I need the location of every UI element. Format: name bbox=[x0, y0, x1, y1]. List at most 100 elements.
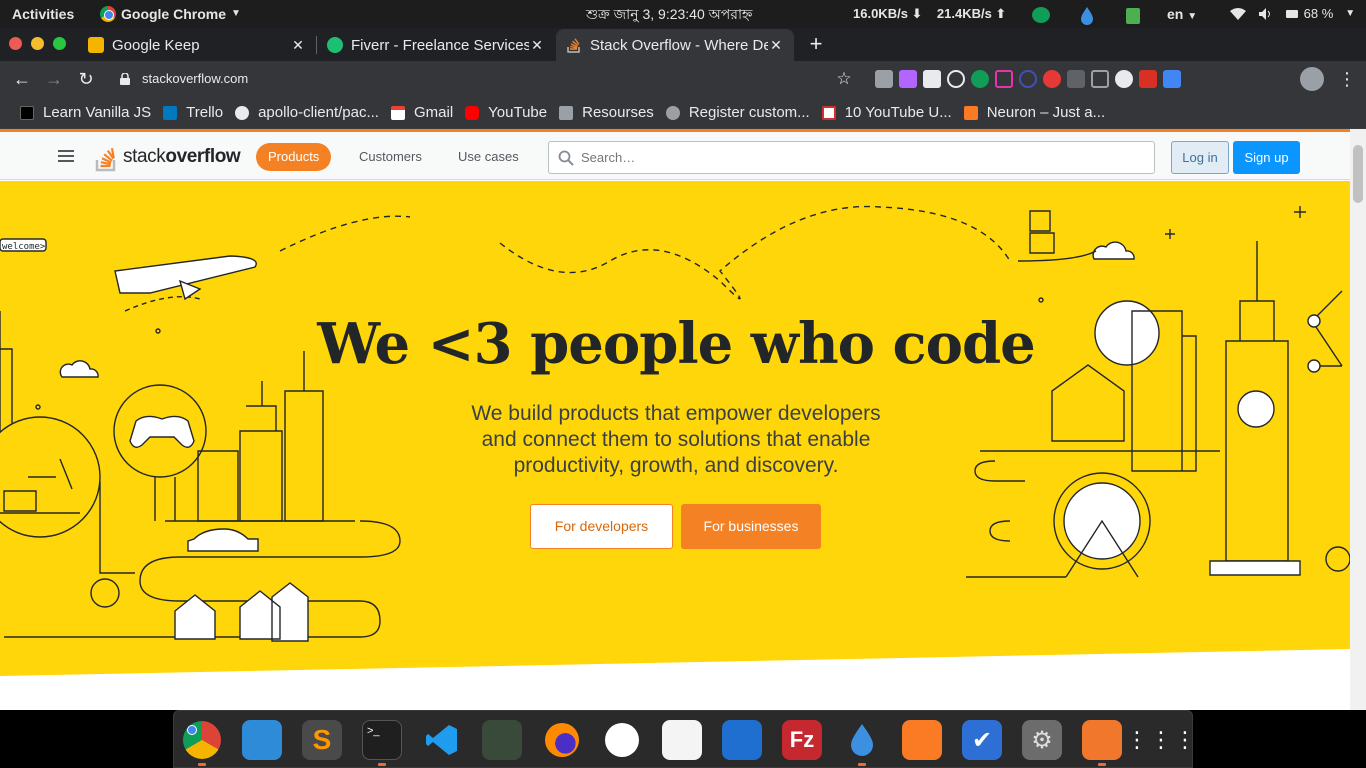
bookmark-item[interactable]: Trello bbox=[163, 104, 223, 121]
status-menu[interactable]: 68 % ▼ bbox=[1230, 0, 1355, 28]
app-menu[interactable]: Google Chrome ▼ bbox=[100, 0, 241, 28]
page-scrollbar[interactable] bbox=[1350, 129, 1366, 710]
terminal-dock-icon[interactable]: >_ bbox=[362, 720, 402, 760]
net-down: 16.0KB/s ⬇ bbox=[853, 6, 923, 21]
bookmark-item[interactable]: apollo-client/pac... bbox=[235, 104, 379, 121]
for-developers-button[interactable]: For developers bbox=[530, 504, 673, 549]
close-icon[interactable]: ✕ bbox=[768, 37, 784, 54]
extension-icon[interactable] bbox=[875, 70, 893, 88]
battery-status: 68 % bbox=[1286, 0, 1333, 28]
finder-dock-icon[interactable] bbox=[242, 720, 282, 760]
droplet-dock-icon[interactable] bbox=[842, 720, 882, 760]
firefox-dock-icon[interactable] bbox=[542, 720, 582, 760]
profile-avatar[interactable] bbox=[1300, 67, 1324, 91]
bookmark-item[interactable]: Neuron – Just a... bbox=[963, 104, 1105, 121]
close-window-icon[interactable] bbox=[9, 37, 22, 50]
back-icon[interactable]: ← bbox=[9, 66, 35, 92]
language-indicator[interactable]: en ▼ bbox=[1167, 0, 1197, 28]
gmail-icon bbox=[390, 105, 405, 120]
show-applications-icon[interactable]: ⋮⋮⋮ bbox=[1126, 720, 1196, 760]
fiverr-icon bbox=[327, 37, 343, 53]
tasks-dock-icon[interactable]: ✔ bbox=[962, 720, 1002, 760]
droplet-icon[interactable] bbox=[1076, 5, 1098, 27]
tab-fiverr[interactable]: Fiverr - Freelance Services ✕ bbox=[317, 29, 555, 61]
bookmark-item[interactable]: Resourses bbox=[559, 104, 654, 121]
extension-icon[interactable] bbox=[1043, 70, 1061, 88]
tab-title: Google Keep bbox=[112, 36, 200, 54]
settings-dock-icon[interactable]: ⚙ bbox=[1022, 720, 1062, 760]
github-icon bbox=[235, 105, 250, 120]
extension-icon[interactable] bbox=[1067, 70, 1085, 88]
bookmark-item[interactable]: Learn Vanilla JS bbox=[20, 104, 151, 121]
battery-label: 68 % bbox=[1303, 6, 1334, 21]
minimize-window-icon[interactable] bbox=[31, 37, 44, 50]
xampp-dock-icon[interactable] bbox=[902, 720, 942, 760]
new-tab-button[interactable]: + bbox=[806, 31, 826, 57]
search-input[interactable] bbox=[549, 142, 1154, 173]
extension-icon[interactable] bbox=[1091, 70, 1109, 88]
maximize-window-icon[interactable] bbox=[53, 37, 66, 50]
extension-icon[interactable] bbox=[1139, 70, 1157, 88]
gitlab-dock-icon[interactable] bbox=[1082, 720, 1122, 760]
close-icon[interactable]: ✕ bbox=[290, 37, 306, 54]
running-indicator bbox=[1098, 763, 1106, 766]
tray-app-icon[interactable] bbox=[1030, 5, 1052, 27]
text-editor-dock-icon[interactable] bbox=[722, 720, 762, 760]
extension-icon[interactable] bbox=[1163, 70, 1181, 88]
extension-icon[interactable] bbox=[1019, 70, 1037, 88]
more-menu-icon[interactable]: ⋮ bbox=[1338, 67, 1356, 91]
react-devtools-icon[interactable] bbox=[947, 70, 965, 88]
code-editor-dock-icon[interactable] bbox=[482, 720, 522, 760]
app-name: Google Chrome bbox=[121, 6, 227, 22]
lock-icon[interactable] bbox=[120, 73, 130, 85]
bookmark-label: Trello bbox=[186, 104, 224, 121]
bookmark-item[interactable]: 10 YouTube U... bbox=[821, 104, 952, 121]
so-logo[interactable]: stackoverflow bbox=[95, 140, 241, 172]
hero-section: welcome> We <3 people who code We build … bbox=[0, 181, 1350, 710]
so-logo-text: stackoverflow bbox=[123, 146, 241, 172]
signup-button[interactable]: Sign up bbox=[1233, 141, 1300, 174]
extension-icon[interactable] bbox=[923, 70, 941, 88]
address-bar[interactable]: stackoverflow.com bbox=[108, 64, 868, 94]
login-button[interactable]: Log in bbox=[1171, 141, 1229, 174]
globe-icon bbox=[665, 105, 680, 120]
bookmark-label: Resourses bbox=[582, 104, 654, 121]
for-businesses-button[interactable]: For businesses bbox=[681, 504, 821, 549]
slack-dock-icon[interactable] bbox=[602, 720, 642, 760]
bookmark-item[interactable]: YouTube bbox=[465, 104, 547, 121]
tab-google-keep[interactable]: Google Keep ✕ bbox=[78, 29, 316, 61]
search-box[interactable] bbox=[548, 141, 1155, 174]
graphql-icon[interactable] bbox=[995, 70, 1013, 88]
activities-button[interactable]: Activities bbox=[12, 0, 74, 28]
firefox-icon bbox=[545, 723, 579, 757]
chrome-dock-icon[interactable] bbox=[182, 720, 222, 760]
forward-icon[interactable]: → bbox=[41, 66, 67, 92]
nav-use-cases[interactable]: Use cases bbox=[446, 143, 531, 171]
bookmark-item[interactable]: Gmail bbox=[390, 104, 454, 121]
trello-icon bbox=[163, 105, 178, 120]
hamburger-menu-icon[interactable] bbox=[58, 150, 74, 162]
chevron-down-icon: ▼ bbox=[1345, 8, 1356, 19]
reload-icon[interactable]: ↻ bbox=[73, 66, 99, 92]
star-icon[interactable]: ☆ bbox=[835, 70, 853, 88]
extension-icon[interactable] bbox=[899, 70, 917, 88]
filezilla-dock-icon[interactable]: Fz bbox=[782, 720, 822, 760]
url-text: stackoverflow.com bbox=[142, 71, 249, 86]
nav-products[interactable]: Products bbox=[256, 143, 332, 171]
vscode-dock-icon[interactable] bbox=[422, 720, 462, 760]
sublime-text-dock-icon[interactable]: S bbox=[302, 720, 342, 760]
so-header: stackoverflow Products Customers Use cas… bbox=[0, 132, 1350, 180]
bookmark-item[interactable]: Register custom... bbox=[665, 104, 810, 121]
battery-app-icon[interactable] bbox=[1122, 5, 1144, 27]
bookmark-label: Gmail bbox=[413, 104, 454, 121]
scrollbar-thumb[interactable] bbox=[1353, 145, 1363, 203]
nav-customers[interactable]: Customers bbox=[347, 143, 434, 171]
extension-icon[interactable] bbox=[1115, 70, 1133, 88]
tab-stack-overflow[interactable]: Stack Overflow - Where Developers ✕ bbox=[556, 29, 794, 61]
extension-icon[interactable] bbox=[971, 70, 989, 88]
chrome-icon bbox=[100, 6, 116, 22]
clock[interactable]: শুক্র জানু 3, 9:23:40 অপরাহ্ন bbox=[586, 0, 752, 28]
close-icon[interactable]: ✕ bbox=[529, 37, 545, 54]
browser-toolbar: ← → ↻ stackoverflow.com ☆ ⋮ bbox=[0, 61, 1366, 97]
emoji-app-dock-icon[interactable] bbox=[662, 720, 702, 760]
